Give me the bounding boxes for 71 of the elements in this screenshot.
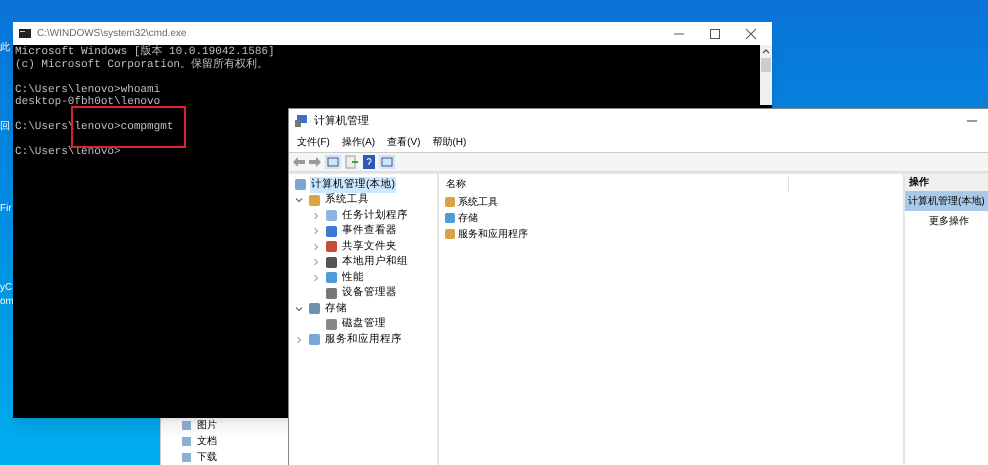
node-icon [308, 194, 321, 207]
chevron-right-icon[interactable] [312, 227, 320, 236]
window-title: C:\WINDOWS\system32\cmd.exe [37, 27, 188, 41]
action-item[interactable]: 计算机管理(本地) [905, 191, 988, 211]
tree-item[interactable]: 共享文件夹 [341, 238, 398, 255]
file-icon [181, 452, 192, 462]
menu-item[interactable]: 查看(V) [387, 135, 420, 150]
node-icon [325, 209, 338, 222]
node-icon [308, 302, 321, 316]
item-icon [444, 196, 456, 208]
window-title: 计算机管理 [314, 114, 370, 129]
chevron-down-icon[interactable] [295, 304, 303, 313]
back-arrow-icon[interactable] [293, 157, 305, 167]
scroll-thumb[interactable] [761, 58, 771, 72]
tree-item[interactable]: 服务和应用程序 [324, 332, 403, 348]
folder-item[interactable]: 图片 [197, 418, 217, 432]
column-header[interactable]: 名称 [439, 176, 789, 192]
help-icon[interactable] [363, 155, 375, 169]
tree-item[interactable]: 系统工具 [324, 192, 370, 208]
console-line: (c) Microsoft Corporation。保留所有权利。 [15, 58, 270, 71]
tree-item[interactable]: 任务计划程序 [341, 208, 409, 224]
list-item[interactable]: 存储 [458, 210, 478, 226]
tree-item[interactable]: 磁盘管理 [341, 316, 387, 332]
tree-item[interactable]: 计算机管理(本地) [310, 176, 396, 193]
menu-item[interactable]: 操作(A) [342, 135, 376, 150]
console-line: desktop-0fbh0ot\lenovo [15, 96, 162, 108]
desktop-icon-label[interactable]: 回 [0, 121, 10, 133]
pane-header: 操作 [905, 174, 988, 191]
file-icon [181, 420, 192, 430]
forward-arrow-icon[interactable] [309, 157, 321, 167]
node-icon [294, 178, 307, 192]
chevron-right-icon[interactable] [312, 242, 320, 251]
console-icon [19, 29, 31, 38]
item-icon [444, 212, 456, 224]
folder-item[interactable]: 文档 [197, 434, 217, 448]
node-icon [325, 224, 338, 238]
console-line: C:\Users\lenovo>whoami [15, 84, 162, 96]
scroll-up-icon[interactable] [762, 48, 770, 56]
node-icon [325, 318, 338, 331]
node-icon [325, 240, 338, 254]
pane-icon[interactable] [379, 155, 395, 169]
tree-item[interactable]: 存储 [324, 300, 348, 317]
tree-item[interactable]: 性能 [341, 270, 365, 286]
chevron-right-icon[interactable] [312, 258, 320, 266]
console-line: C:\Users\lenovo> [15, 146, 122, 158]
node-icon [308, 333, 321, 346]
chevron-down-icon[interactable] [295, 196, 303, 204]
tree-item[interactable]: 事件查看器 [341, 223, 398, 240]
node-icon [325, 286, 338, 300]
item-icon [444, 228, 456, 240]
menu-item[interactable]: 帮助(H) [432, 135, 466, 150]
node-icon [325, 271, 338, 284]
menu-item[interactable]: 文件(F) [297, 135, 330, 150]
export-icon[interactable] [345, 155, 359, 169]
console-line: Microsoft Windows [版本 10.0.19042.1586] [15, 46, 276, 58]
desktop-icon-label[interactable]: 此 [0, 42, 10, 54]
folder-item[interactable]: 下载 [197, 450, 217, 464]
pane-icon[interactable] [325, 155, 341, 169]
scrollbar[interactable] [760, 45, 772, 105]
node-icon [325, 256, 338, 269]
list-item[interactable]: 服务和应用程序 [458, 226, 528, 242]
chevron-right-icon[interactable] [295, 336, 303, 344]
computer-icon [295, 115, 308, 127]
tree-item[interactable]: 本地用户和组 [341, 254, 409, 270]
action-item[interactable]: 更多操作 [905, 211, 988, 231]
list-item[interactable]: 系统工具 [458, 194, 498, 210]
desktop-icon-label[interactable]: Fir [0, 203, 12, 215]
chevron-right-icon[interactable] [312, 212, 320, 220]
tree-item[interactable]: 设备管理器 [341, 285, 398, 302]
chevron-right-icon[interactable] [312, 274, 320, 282]
file-icon [181, 436, 192, 446]
